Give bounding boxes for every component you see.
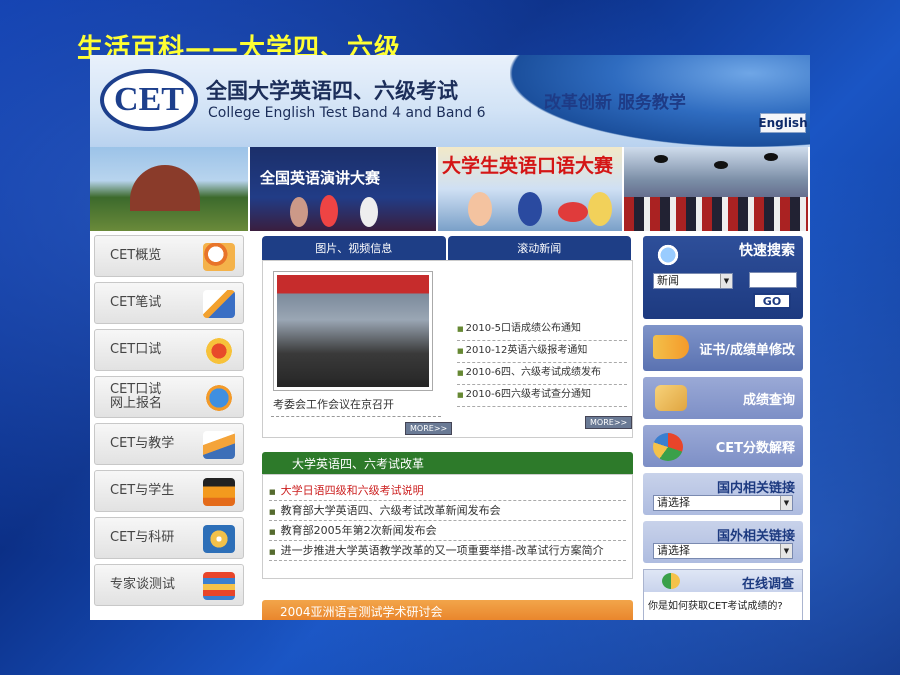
globe-icon [203, 384, 235, 412]
nav-cet-teaching[interactable]: CET与教学 [94, 423, 244, 465]
graduation-photo[interactable] [624, 147, 810, 231]
certificate-modify-label: 证书/成绩单修改 [699, 343, 795, 358]
cet-website-screenshot: CET 全国大学英语四、六级考试 College English Test Ba… [90, 55, 810, 620]
reform-item[interactable]: 进一步推进大学英语教学改革的又一项重要举措-改革试行方案简介 [269, 541, 626, 561]
books-stack-icon [203, 572, 235, 600]
reform-section-title[interactable]: 大学英语四、六考试改革 [262, 452, 633, 474]
nav-expert-talk[interactable]: 专家谈测试 [94, 564, 244, 606]
site-title-en: College English Test Band 4 and Band 6 [208, 105, 486, 121]
domestic-links-select[interactable]: 请选择 ▼ [653, 495, 793, 511]
nav-cet-written[interactable]: CET笔试 [94, 282, 244, 324]
cd-icon [203, 525, 235, 553]
nav-cet-overview[interactable]: CET概览 [94, 235, 244, 277]
quick-search-box: 快速搜索 新闻 ▼ GO [643, 236, 803, 319]
domestic-links-box: 国内相关链接 请选择 ▼ [643, 473, 803, 515]
nav-cet-research[interactable]: CET与科研 [94, 517, 244, 559]
chevron-down-icon: ▼ [780, 496, 792, 510]
scroll-icon [655, 385, 687, 411]
nav-label: CET口试 [110, 342, 162, 357]
photo-caption[interactable]: 考委会工作会议在京召开 [273, 396, 394, 412]
survey-icon [662, 573, 680, 589]
site-title-cn: 全国大学英语四、六级考试 [206, 79, 458, 103]
left-nav: CET概览 CET笔试 CET口试 CET口试 网上报名 CET与教学 CET与… [94, 235, 244, 611]
logo-text: CET [114, 81, 184, 118]
chevron-down-icon: ▼ [720, 274, 732, 288]
score-explain-box[interactable]: CET分数解释 [643, 425, 803, 467]
photo-more-button[interactable]: MORE>> [405, 422, 453, 435]
cet-logo[interactable]: CET [100, 69, 198, 131]
conference-section-title[interactable]: 2004亚洲语言测试学术研讨会 [262, 600, 633, 620]
reform-item[interactable]: 教育部2005年第2次新闻发布会 [269, 521, 626, 541]
megaphone-icon [653, 335, 689, 359]
right-column: 快速搜索 新闻 ▼ GO 证书/成绩单修改 成绩查询 CET分数解释 国内相关链… [643, 236, 803, 620]
news-item[interactable]: 2010-5口语成绩公布通知 [457, 319, 627, 341]
nav-label: 专家谈测试 [110, 577, 176, 592]
foreign-links-select[interactable]: 请选择 ▼ [653, 543, 793, 559]
nav-label: CET与科研 [110, 530, 175, 545]
site-header: CET 全国大学英语四、六级考试 College English Test Ba… [90, 55, 810, 147]
reform-list: 大学日语四级和六级考试说明 教育部大学英语四、六级考试改革新闻发布会 教育部20… [262, 474, 633, 579]
speech-contest-caption: 全国英语演讲大赛 [260, 169, 381, 187]
news-item[interactable]: 2010-12英语六级报考通知 [457, 341, 627, 363]
reform-item[interactable]: 教育部大学英语四、六级考试改革新闻发布会 [269, 501, 626, 521]
meeting-photo[interactable] [273, 271, 433, 391]
foreign-links-title: 国外相关链接 [716, 529, 795, 544]
nav-cet-students[interactable]: CET与学生 [94, 470, 244, 512]
reform-item[interactable]: 大学日语四级和六级考试说明 [269, 481, 626, 501]
magnifier-icon [203, 243, 235, 271]
survey-question[interactable]: 你是如何获取CET考试成绩的? [644, 592, 802, 617]
certificate-modify-box[interactable]: 证书/成绩单修改 [643, 325, 803, 371]
score-query-label: 成绩查询 [742, 393, 795, 408]
search-icon [655, 242, 681, 268]
news-item[interactable]: 2010-6四、六级考试成绩发布 [457, 363, 627, 385]
select-value: 请选择 [657, 544, 690, 557]
news-panel: 考委会工作会议在京召开 MORE>> 2010-5口语成绩公布通知 2010-1… [262, 260, 633, 438]
book-icon [203, 431, 235, 459]
site-slogan: 改革创新 服务教学 [544, 93, 686, 113]
news-more-button[interactable]: MORE>> [585, 416, 633, 429]
search-input[interactable] [749, 272, 797, 288]
select-value: 请选择 [657, 496, 690, 509]
speech-contest-photo[interactable]: 全国英语演讲大赛 [250, 147, 438, 231]
search-category-value: 新闻 [657, 274, 679, 287]
nav-label: CET概览 [110, 248, 162, 263]
survey-title: 在线调查 [741, 577, 794, 592]
nav-cet-oral[interactable]: CET口试 [94, 329, 244, 371]
nav-label: CET与教学 [110, 436, 175, 451]
nav-label: CET口试 网上报名 [110, 382, 163, 411]
pen-icon [203, 290, 235, 318]
pie-chart-icon [653, 433, 683, 461]
nav-label: CET笔试 [110, 295, 162, 310]
graduation-icon [203, 478, 235, 506]
campus-photo[interactable] [90, 147, 250, 231]
domestic-links-title: 国内相关链接 [716, 481, 795, 496]
foreign-links-box: 国外相关链接 请选择 ▼ [643, 521, 803, 563]
go-button[interactable]: GO [753, 293, 791, 309]
online-survey-box: 在线调查 你是如何获取CET考试成绩的? [643, 569, 803, 620]
nav-label: CET与学生 [110, 483, 175, 498]
english-button[interactable]: English [758, 113, 808, 133]
headset-icon [203, 337, 235, 365]
chevron-down-icon: ▼ [780, 544, 792, 558]
oral-contest-caption: 大学生英语口语大赛 [442, 155, 614, 177]
news-item[interactable]: 2010-6四六级考试查分通知 [457, 385, 627, 407]
search-category-select[interactable]: 新闻 ▼ [653, 273, 733, 289]
score-explain-label: CET分数解释 [715, 441, 795, 456]
score-query-box[interactable]: 成绩查询 [643, 377, 803, 419]
scrolling-news-list: 2010-5口语成绩公布通知 2010-12英语六级报考通知 2010-6四、六… [457, 319, 627, 407]
nav-oral-registration[interactable]: CET口试 网上报名 [94, 376, 244, 418]
tab-photo-video[interactable]: 图片、视频信息 [262, 236, 446, 260]
news-tabs: 图片、视频信息 滚动新闻 [262, 236, 633, 260]
oral-contest-photo[interactable]: 大学生英语口语大赛 [438, 147, 624, 231]
tab-scrolling-news[interactable]: 滚动新闻 [447, 236, 631, 260]
quick-search-title: 快速搜索 [739, 243, 795, 259]
banner-photos: 全国英语演讲大赛 大学生英语口语大赛 [90, 147, 810, 231]
